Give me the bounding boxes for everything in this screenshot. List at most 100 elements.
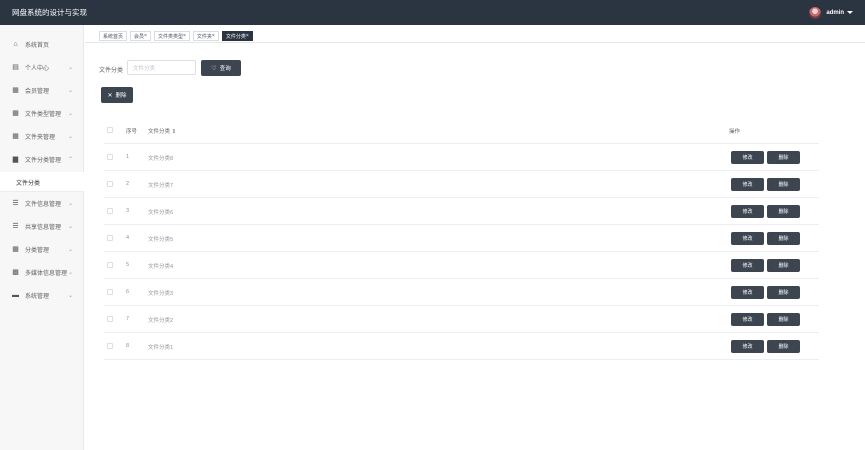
chevron-down-icon: ⌄ (68, 270, 74, 276)
avatar[interactable] (809, 6, 822, 19)
close-icon[interactable]: × (183, 33, 186, 39)
close-icon[interactable]: × (212, 33, 215, 39)
row-index: 2 (126, 181, 130, 187)
column-header-name[interactable]: 文件分类 ⇕ (148, 127, 176, 135)
table-row: 8 文件分类1 修改 删除 (104, 333, 819, 360)
row-checkbox[interactable] (107, 181, 113, 187)
table-row: 2 文件分类7 修改 删除 (104, 171, 819, 198)
user-menu[interactable]: admin (809, 6, 853, 19)
sidebar-item-members[interactable]: ▦ 会员管理 ⌄ (0, 79, 84, 102)
delete-button[interactable]: 删除 (767, 205, 800, 218)
edit-button[interactable]: 修改 (731, 178, 764, 191)
sidebar-item-label: 文件夹管理 (25, 135, 56, 141)
tab-members[interactable]: 会员 × (130, 31, 151, 41)
delete-button[interactable]: 删除 (767, 178, 800, 191)
app-title: 网盘系统的设计与实现 (12, 8, 87, 17)
search-button[interactable]: ♡ 查询 (201, 60, 241, 76)
tab-label: 会员 (134, 33, 145, 40)
tab-file-types[interactable]: 文件类类型 × (153, 31, 190, 41)
delete-button[interactable]: 删除 (767, 151, 800, 164)
bulk-delete-button[interactable]: ✕ 删除 (101, 87, 133, 103)
sidebar-item-profile[interactable]: ▤ 个人中心 ⌄ (0, 56, 84, 79)
edit-button[interactable]: 修改 (731, 286, 764, 299)
delete-button[interactable]: 删除 (767, 286, 800, 299)
grid-icon: ▦ (12, 246, 19, 253)
user-name[interactable]: admin (826, 10, 844, 16)
sidebar-item-file-info[interactable]: ☰ 文件信息管理 ⌄ (0, 192, 84, 215)
list-icon: ☰ (12, 223, 19, 230)
grid-icon: ▦ (12, 133, 19, 140)
sidebar-item-file-types[interactable]: ▦ 文件类型管理 ⌄ (0, 102, 84, 125)
caret-down-icon[interactable] (847, 11, 853, 14)
chevron-down-icon: ⌄ (68, 88, 74, 94)
close-icon[interactable]: × (144, 33, 147, 39)
delete-button[interactable]: 删除 (767, 259, 800, 272)
delete-button[interactable]: 删除 (767, 313, 800, 326)
table-row: 4 文件分类5 修改 删除 (104, 225, 819, 252)
edit-button[interactable]: 修改 (731, 205, 764, 218)
edit-button[interactable]: 修改 (731, 313, 764, 326)
row-checkbox[interactable] (107, 316, 113, 322)
sidebar-item-folders[interactable]: ▦ 文件夹管理 ⌄ (0, 125, 84, 148)
tab-label: 文件分类 (225, 33, 246, 40)
category-search-input[interactable]: 文件分类 (127, 60, 196, 75)
table-header: 序号 文件分类 ⇕ 操作 (104, 117, 819, 144)
chevron-down-icon: ⌄ (68, 201, 74, 207)
sidebar-item-shares[interactable]: ☰ 共享信息管理 ⌄ (0, 215, 84, 238)
heart-icon: ♡ (211, 65, 217, 72)
row-checkbox[interactable] (107, 154, 113, 160)
sidebar-item-categories[interactable]: ▦ 分类管理 ⌄ (0, 238, 84, 261)
edit-button[interactable]: 修改 (731, 151, 764, 164)
edit-button[interactable]: 修改 (731, 232, 764, 245)
row-index: 4 (126, 235, 130, 241)
row-index: 3 (126, 208, 130, 214)
row-index: 7 (126, 316, 130, 322)
close-icon[interactable]: × (246, 33, 249, 39)
delete-button[interactable]: 删除 (767, 340, 800, 353)
monitor-icon: ▬ (12, 292, 19, 299)
sidebar-item-label: 多媒体信息管理 (25, 271, 68, 277)
row-name: 文件分类3 (148, 291, 174, 297)
sidebar-item-label: 文件分类管理 (25, 158, 62, 164)
chevron-down-icon: ⌄ (68, 247, 74, 253)
close-icon: ✕ (107, 92, 113, 99)
row-checkbox[interactable] (107, 343, 113, 349)
sidebar-item-label: 个人中心 (25, 66, 50, 72)
search-button-label: 查询 (219, 66, 231, 72)
tab-label: 文件类类型 (157, 33, 183, 40)
sidebar-item-label: 系统管理 (25, 294, 50, 300)
delete-button-label: 删除 (115, 93, 127, 99)
row-name: 文件分类2 (148, 318, 174, 324)
sidebar-item-multimedia[interactable]: ▩ 多媒体信息管理 ⌄ (0, 261, 84, 284)
tab-folders[interactable]: 文件夹 × (192, 31, 219, 41)
delete-button[interactable]: 删除 (767, 232, 800, 245)
sidebar-subitem-label: 文件分类 (16, 181, 41, 187)
chevron-down-icon: ⌄ (68, 134, 74, 140)
edit-button[interactable]: 修改 (731, 259, 764, 272)
sidebar: ⌂ 系统首页 ▤ 个人中心 ⌄ ▦ 会员管理 ⌄ ▦ 文件类型管理 ⌄ ▦ 文件… (0, 25, 84, 450)
sidebar-item-system[interactable]: ▬ 系统管理 ⌄ (0, 284, 84, 307)
row-checkbox[interactable] (107, 262, 113, 268)
apps-icon: ▩ (12, 269, 19, 276)
tab-home[interactable]: 系统首页 (99, 31, 128, 41)
tab-file-category[interactable]: 文件分类 × (221, 31, 253, 41)
row-name: 文件分类5 (148, 237, 174, 243)
row-checkbox[interactable] (107, 289, 113, 295)
table-row: 6 文件分类3 修改 删除 (104, 279, 819, 306)
sidebar-item-label: 文件类型管理 (25, 112, 62, 118)
sidebar-item-file-categories[interactable]: ▆ 文件分类管理 ⌃ (0, 148, 84, 171)
chevron-down-icon: ⌄ (68, 293, 74, 299)
sidebar-subitem-file-category[interactable]: 文件分类 (0, 172, 84, 191)
edit-button[interactable]: 修改 (731, 340, 764, 353)
sidebar-item-home[interactable]: ⌂ 系统首页 (0, 33, 84, 56)
select-all-checkbox[interactable] (107, 127, 113, 133)
calendar-icon: ▤ (12, 64, 19, 71)
sidebar-item-label: 共享信息管理 (25, 225, 62, 231)
row-checkbox[interactable] (107, 208, 113, 214)
tabs-bar: 系统首页 会员 × 文件类类型 × 文件夹 × 文件分类 × (99, 31, 256, 41)
row-checkbox[interactable] (107, 235, 113, 241)
row-index: 1 (126, 154, 130, 160)
chevron-down-icon: ⌄ (68, 65, 74, 71)
sidebar-item-label: 分类管理 (25, 248, 50, 254)
row-index: 6 (126, 289, 130, 295)
